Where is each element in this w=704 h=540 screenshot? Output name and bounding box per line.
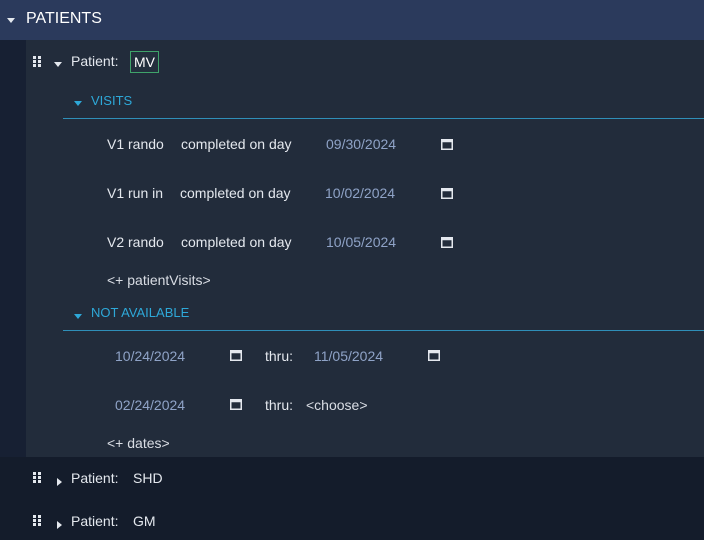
drag-handle-icon[interactable] — [33, 472, 41, 484]
drag-handle-icon[interactable] — [33, 515, 41, 527]
patient-label: Patient: — [71, 513, 119, 529]
visit-name[interactable]: V2 rando — [107, 234, 164, 250]
calendar-icon[interactable] — [441, 188, 453, 199]
range-from-date[interactable]: 02/24/2024 — [115, 397, 185, 413]
expand-patient-gm-icon[interactable] — [57, 521, 62, 529]
visit-status: completed on day — [181, 234, 292, 250]
calendar-icon[interactable] — [230, 399, 242, 410]
patient-name[interactable]: SHD — [133, 470, 163, 486]
left-gutter — [0, 40, 26, 457]
thru-label: thru: — [265, 397, 294, 413]
patients-header[interactable]: PATIENTS — [0, 0, 704, 40]
range-from-date[interactable]: 10/24/2024 — [115, 348, 185, 364]
add-patient-visit-link[interactable]: <+ patientVisits> — [107, 272, 211, 288]
patient-label: Patient: — [71, 53, 119, 69]
visit-date[interactable]: 09/30/2024 — [326, 136, 396, 152]
visit-date[interactable]: 10/05/2024 — [326, 234, 396, 250]
patient-name[interactable]: GM — [133, 513, 156, 529]
collapse-not-available-icon[interactable] — [74, 314, 82, 319]
calendar-icon[interactable] — [441, 237, 453, 248]
range-to-date[interactable]: 11/05/2024 — [314, 348, 383, 364]
visits-section-title[interactable]: VISITS — [91, 93, 132, 108]
visit-date[interactable]: 10/02/2024 — [325, 185, 395, 201]
collapse-patients-icon[interactable] — [7, 18, 15, 23]
visits-divider — [63, 118, 704, 119]
drag-handle-icon[interactable] — [33, 56, 41, 68]
patient-name-input[interactable]: MV — [130, 51, 159, 73]
patient-label: Patient: — [71, 470, 119, 486]
add-dates-link[interactable]: <+ dates> — [107, 435, 170, 451]
calendar-icon[interactable] — [428, 350, 440, 361]
collapse-visits-icon[interactable] — [74, 101, 82, 106]
not-available-section-title[interactable]: NOT AVAILABLE — [91, 305, 189, 320]
not-available-divider — [63, 330, 704, 331]
visit-status: completed on day — [181, 136, 292, 152]
visit-name[interactable]: V1 run in — [107, 185, 163, 201]
visit-name[interactable]: V1 rando — [107, 136, 164, 152]
visit-status: completed on day — [180, 185, 291, 201]
calendar-icon[interactable] — [230, 350, 242, 361]
range-to-choose[interactable]: <choose> — [306, 397, 368, 413]
thru-label: thru: — [265, 348, 294, 364]
patients-title: PATIENTS — [26, 10, 102, 27]
expand-patient-shd-icon[interactable] — [57, 478, 62, 486]
calendar-icon[interactable] — [441, 139, 453, 150]
collapse-patient-mv-icon[interactable] — [54, 62, 62, 67]
